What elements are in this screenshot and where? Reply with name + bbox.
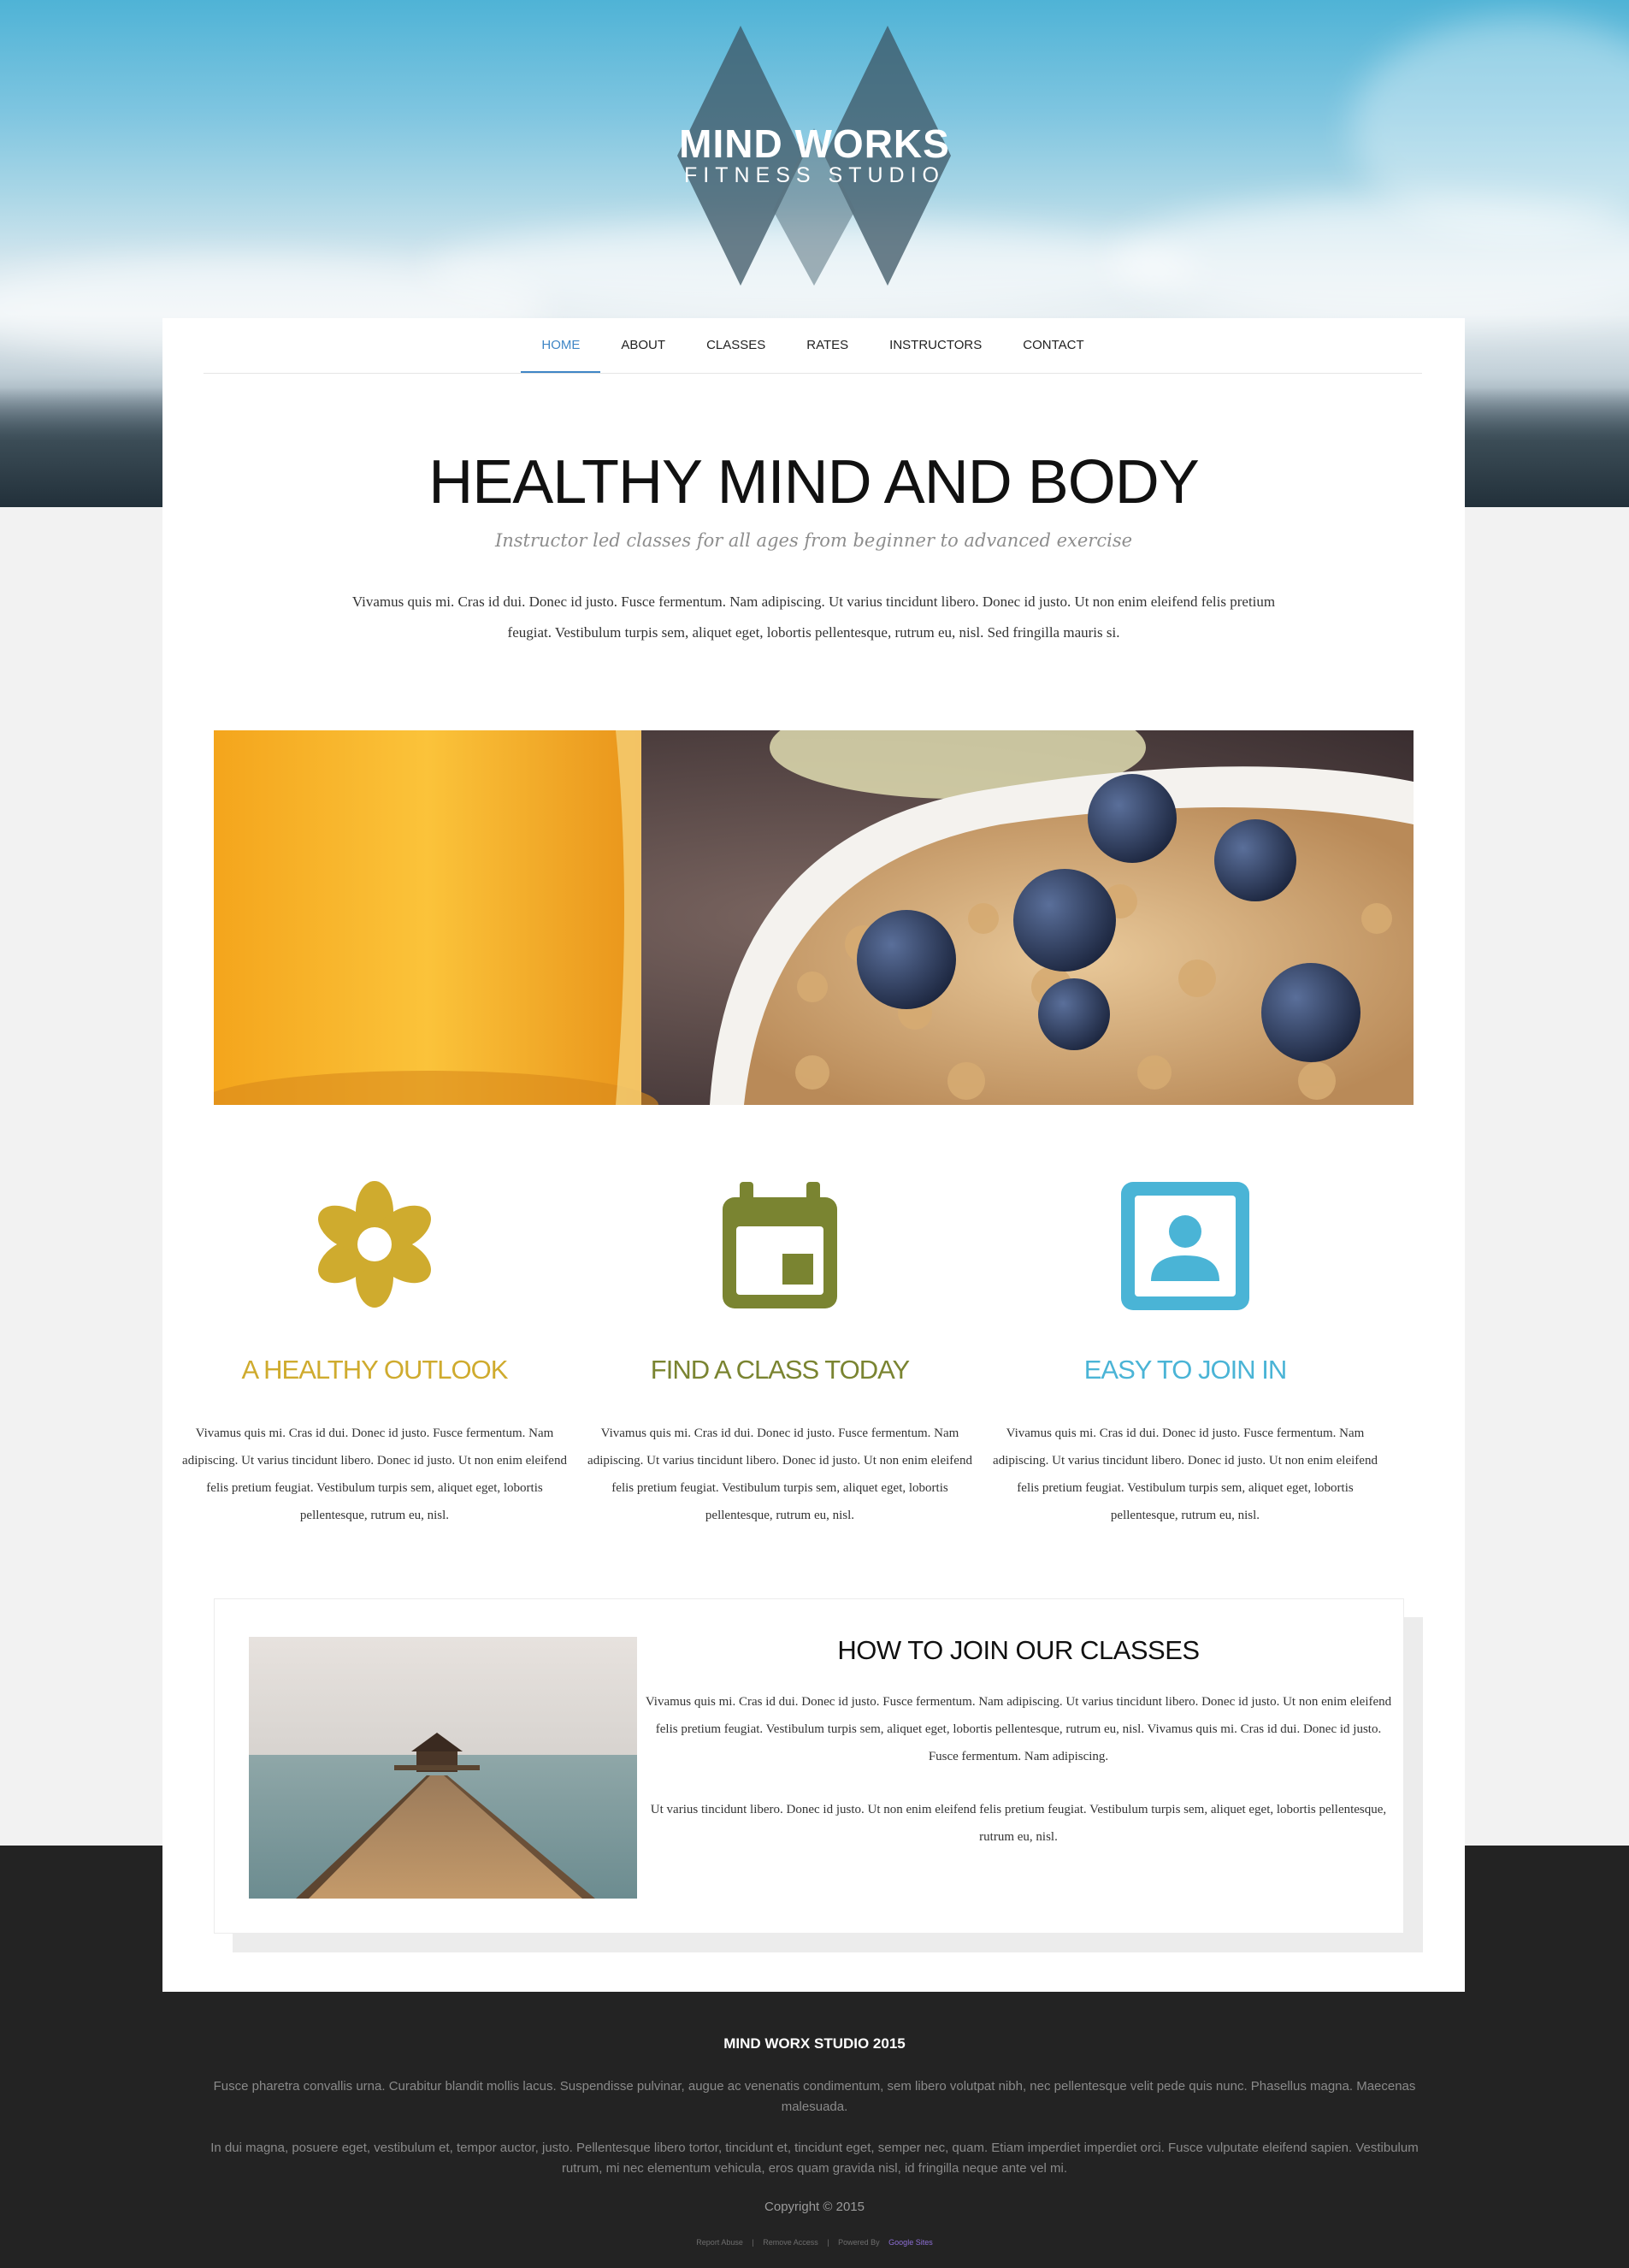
calendar-icon — [723, 1182, 837, 1308]
report-abuse-link[interactable]: Report Abuse — [696, 2238, 743, 2247]
flower-icon — [318, 1181, 431, 1308]
logo-subtitle: FITNESS STUDIO — [684, 163, 945, 187]
contact-card-icon — [1121, 1182, 1249, 1310]
footer-paragraph: Fusce pharetra convallis urna. Curabitur… — [213, 2079, 1416, 2114]
nav-item-contact[interactable]: CONTACT — [1002, 318, 1104, 373]
feature-title: FIND A CLASS TODAY — [650, 1355, 910, 1385]
copyright: Copyright © 2015 — [764, 2200, 865, 2214]
main-nav: HOME ABOUT CLASSES RATES INSTRUCTORS CON… — [204, 318, 1422, 374]
google-sites-link[interactable]: Google Sites — [888, 2238, 933, 2247]
join-classes-panel: HOW TO JOIN OUR CLASSES Vivamus quis mi.… — [214, 1598, 1404, 1934]
nav-item-rates[interactable]: RATES — [786, 318, 869, 373]
nav-item-home[interactable]: HOME — [521, 318, 601, 373]
nav-item-instructors[interactable]: INSTRUCTORS — [869, 318, 1002, 373]
feature-text: Vivamus quis mi. Cras id dui. Donec id j… — [182, 1426, 567, 1522]
footer-title: MIND WORX STUDIO 2015 — [723, 2035, 906, 2052]
nav-item-about[interactable]: ABOUT — [600, 318, 686, 373]
footer-paragraph: In dui magna, posuere eget, vestibulum e… — [210, 2141, 1419, 2176]
feature-easy-join: EASY TO JOIN IN Vivamus quis mi. Cras id… — [989, 1180, 1382, 1522]
pier-image — [249, 1637, 637, 1899]
nav-item-classes[interactable]: CLASSES — [686, 318, 786, 373]
footer-separator: | — [752, 2238, 754, 2247]
feature-text: Vivamus quis mi. Cras id dui. Donec id j… — [587, 1426, 972, 1522]
logo[interactable]: MIND WORKS FITNESS STUDIO — [667, 26, 962, 286]
join-paragraph: Ut varius tincidunt libero. Donec id jus… — [650, 1803, 1387, 1844]
join-paragraph: Vivamus quis mi. Cras id dui. Donec id j… — [645, 1695, 1392, 1763]
feature-text: Vivamus quis mi. Cras id dui. Donec id j… — [993, 1426, 1378, 1522]
feature-title: A HEALTHY OUTLOOK — [241, 1355, 509, 1385]
page-title: HEALTHY MIND AND BODY — [428, 448, 1200, 517]
footer-links: Report Abuse | Remove Access | Powered B… — [0, 2238, 1629, 2247]
intro-paragraph: Vivamus quis mi. Cras id dui. Donec id j… — [351, 594, 1276, 641]
join-title: HOW TO JOIN OUR CLASSES — [837, 1635, 1200, 1665]
feature-title: EASY TO JOIN IN — [1083, 1355, 1288, 1385]
logo-title: MIND WORKS — [679, 121, 950, 166]
breakfast-image — [214, 730, 1414, 1105]
remove-access-link[interactable]: Remove Access — [763, 2238, 818, 2247]
main-content-card: HOME ABOUT CLASSES RATES INSTRUCTORS CON… — [162, 318, 1465, 1992]
footer-separator: | — [827, 2238, 829, 2247]
page-tagline: Instructor led classes for all ages from… — [494, 530, 1133, 551]
powered-by-label: Powered By — [838, 2238, 880, 2247]
feature-find-class: FIND A CLASS TODAY Vivamus quis mi. Cras… — [583, 1180, 977, 1522]
feature-healthy-outlook: A HEALTHY OUTLOOK Vivamus quis mi. Cras … — [178, 1180, 571, 1522]
